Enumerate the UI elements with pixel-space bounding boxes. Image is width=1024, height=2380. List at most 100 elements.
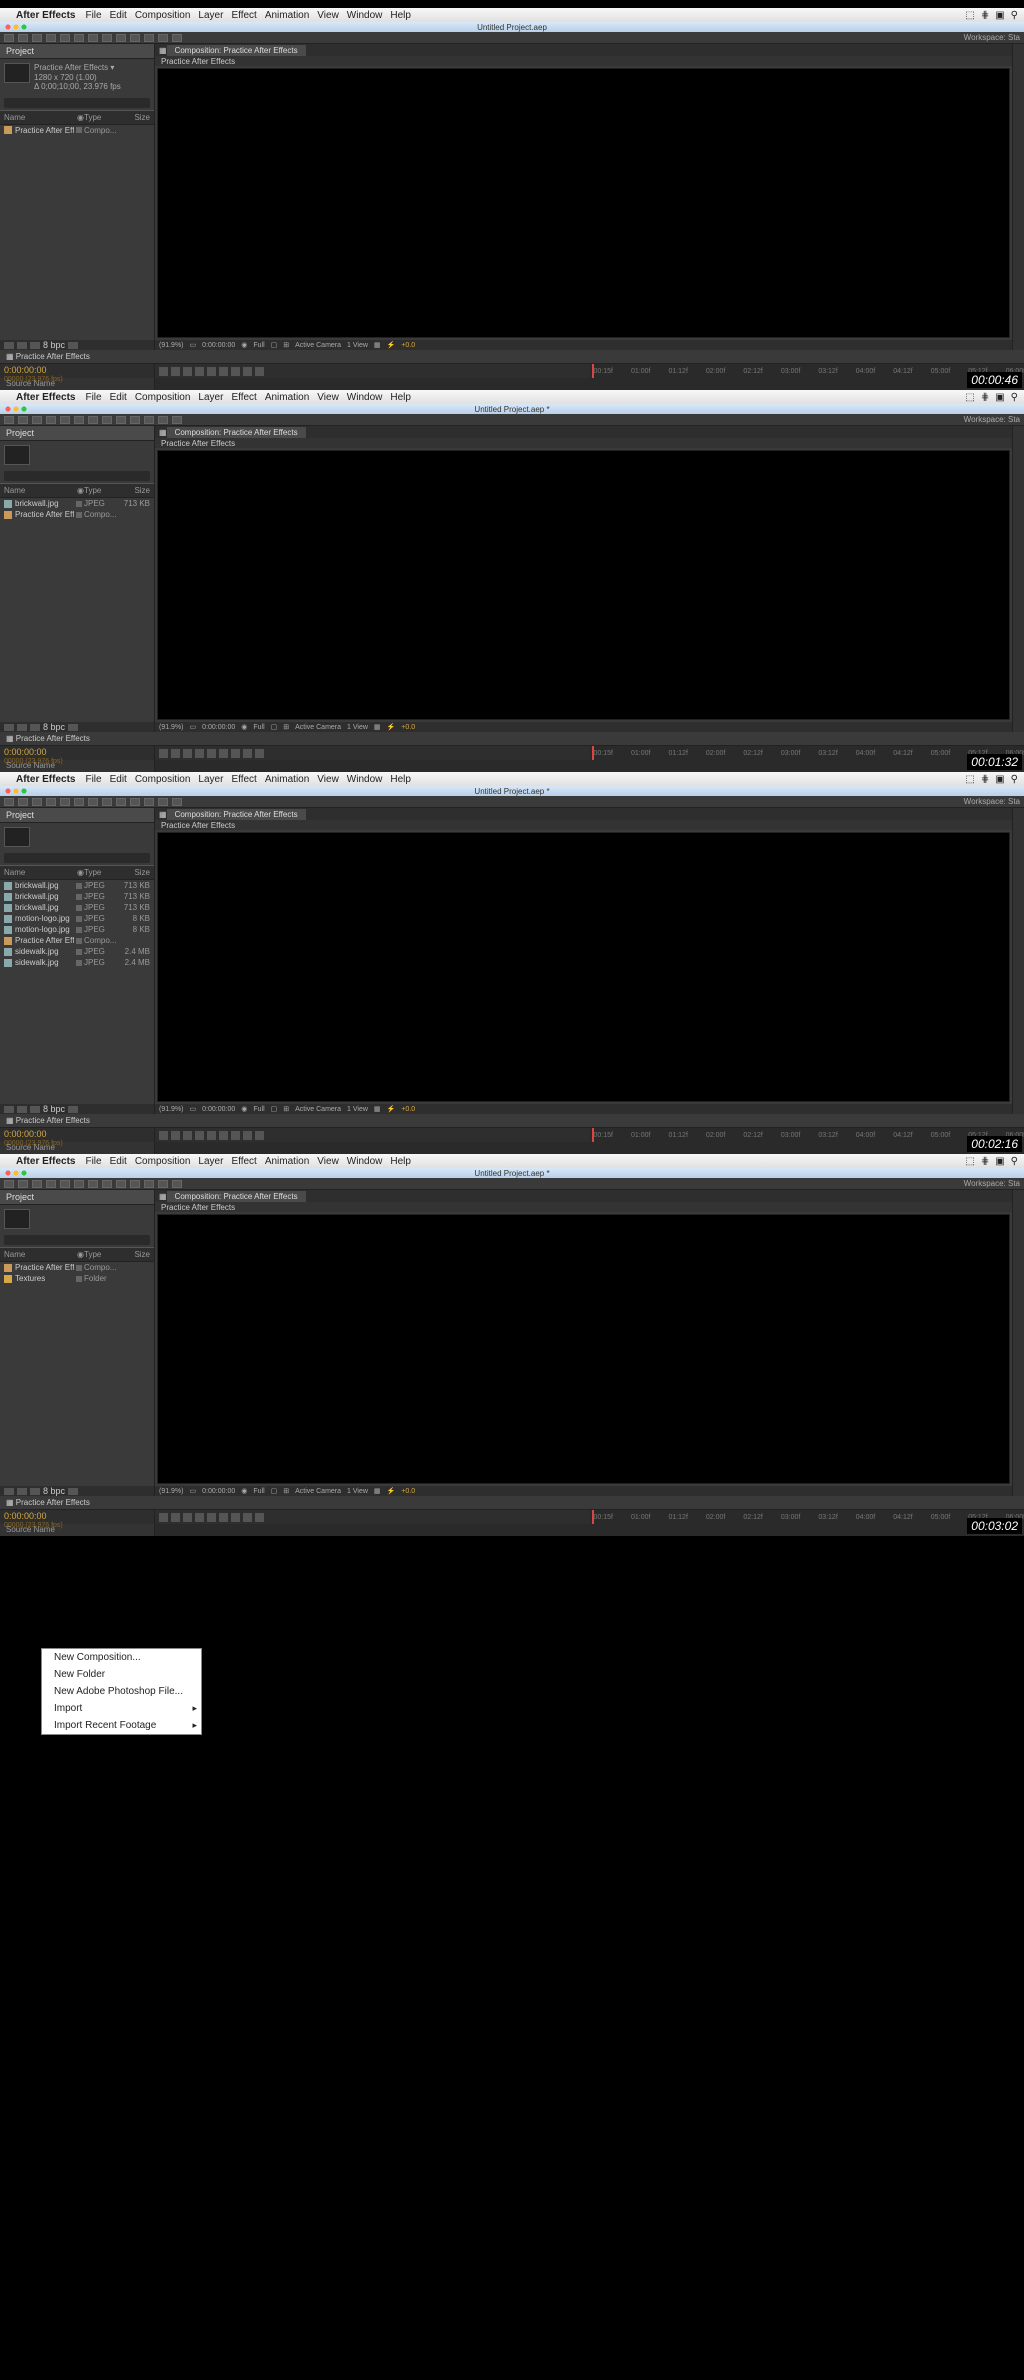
selection-tool-icon[interactable] xyxy=(4,1180,14,1188)
tl-frame-blend-icon[interactable] xyxy=(207,367,216,376)
label-swatch[interactable] xyxy=(76,883,82,889)
timeline-tab-label[interactable]: Practice After Effects xyxy=(16,734,90,743)
tl-comp-icon[interactable] xyxy=(171,1131,180,1140)
workspace-label[interactable]: Workspace: Sta xyxy=(964,415,1020,424)
project-panel[interactable]: Project Name ◉ Type Size brickwall.jpgJP… xyxy=(0,808,155,1114)
grid-icon[interactable]: ⊞ xyxy=(283,1487,289,1495)
roi-icon[interactable]: ▢ xyxy=(271,723,278,731)
tool-toolbar[interactable]: Workspace: Sta xyxy=(0,796,1024,808)
menu-window[interactable]: Window xyxy=(347,392,383,403)
col-size[interactable]: Size xyxy=(120,113,150,122)
hand-tool-icon[interactable] xyxy=(18,34,28,42)
delete-icon[interactable] xyxy=(68,1488,78,1495)
puppet-tool-icon[interactable] xyxy=(172,798,182,806)
timeline-ruler[interactable]: 00:15f01:00f01:12f02:00f02:12f03:00f03:1… xyxy=(590,364,1024,378)
zoom-level[interactable]: (91.9%) xyxy=(159,724,184,731)
view-dropdown[interactable]: 1 View xyxy=(347,724,368,731)
project-item-row[interactable]: brickwall.jpgJPEG713 KB xyxy=(0,880,154,891)
timecode-display[interactable]: 0:00:00:00 xyxy=(202,342,235,349)
bpc-label[interactable]: 8 bpc xyxy=(43,340,65,350)
project-item-row[interactable]: brickwall.jpgJPEG713 KB xyxy=(0,498,154,509)
menu-animation[interactable]: Animation xyxy=(265,392,309,403)
menu-edit[interactable]: Edit xyxy=(110,774,127,785)
col-label-icon[interactable]: ◉ xyxy=(77,486,84,495)
project-item-row[interactable]: sidewalk.jpgJPEG2.4 MB xyxy=(0,957,154,968)
project-tab[interactable]: Project xyxy=(0,426,154,441)
exposure-value[interactable]: +0.0 xyxy=(401,724,415,731)
roi-icon[interactable]: ▢ xyxy=(271,1105,278,1113)
camera-dropdown[interactable]: Active Camera xyxy=(295,1488,341,1495)
selection-tool-icon[interactable] xyxy=(4,34,14,42)
tl-fx-icon[interactable] xyxy=(195,749,204,758)
new-folder-icon[interactable] xyxy=(17,724,27,731)
project-item-row[interactable]: Practice After EffectsCompo... xyxy=(0,125,154,136)
timeline-panel[interactable]: ▦ Practice After Effects 0:00:00:00 0000… xyxy=(0,1496,1024,1536)
search-icon[interactable]: ⚲ xyxy=(1011,10,1018,21)
project-tab[interactable]: Project xyxy=(0,808,154,823)
menu-edit[interactable]: Edit xyxy=(110,392,127,403)
hash-icon[interactable]: ⋕ xyxy=(981,10,989,21)
menu-layer[interactable]: Layer xyxy=(198,774,223,785)
project-search-input[interactable] xyxy=(4,98,150,108)
exposure-value[interactable]: +0.0 xyxy=(401,1488,415,1495)
project-columns-header[interactable]: Name ◉ Type Size xyxy=(0,110,154,125)
tl-draft3d-icon[interactable] xyxy=(255,1513,264,1522)
label-swatch[interactable] xyxy=(76,127,82,133)
timeline-track-area[interactable] xyxy=(155,378,1024,390)
pen-tool-icon[interactable] xyxy=(102,34,112,42)
comp-tab[interactable]: Composition: Practice After Effects xyxy=(167,427,306,438)
delete-icon[interactable] xyxy=(68,1106,78,1113)
timeline-timecode[interactable]: 0:00:00:00 xyxy=(0,746,154,758)
camera-dropdown[interactable]: Active Camera xyxy=(295,342,341,349)
pan-behind-tool-icon[interactable] xyxy=(74,798,84,806)
project-empty-area[interactable] xyxy=(0,520,154,722)
puppet-tool-icon[interactable] xyxy=(172,34,182,42)
pixel-aspect-icon[interactable]: ▦ xyxy=(374,341,381,349)
pixel-aspect-icon[interactable]: ▦ xyxy=(374,723,381,731)
tl-motion-blur-icon[interactable] xyxy=(219,1513,228,1522)
resolution-dropdown[interactable]: Full xyxy=(253,342,264,349)
project-item-row[interactable]: sidewalk.jpgJPEG2.4 MB xyxy=(0,946,154,957)
tool-toolbar[interactable]: Workspace: Sta xyxy=(0,32,1024,44)
timeline-ruler[interactable]: 00:15f01:00f01:12f02:00f02:12f03:00f03:1… xyxy=(590,1128,1024,1142)
menu-help[interactable]: Help xyxy=(390,1156,411,1167)
resolution-dropdown[interactable]: Full xyxy=(253,1106,264,1113)
type-tool-icon[interactable] xyxy=(116,1180,126,1188)
tl-frame-blend-icon[interactable] xyxy=(207,1513,216,1522)
notif-icon[interactable]: ⬚ xyxy=(965,392,974,403)
eraser-tool-icon[interactable] xyxy=(158,416,168,424)
label-swatch[interactable] xyxy=(76,960,82,966)
pen-tool-icon[interactable] xyxy=(102,1180,112,1188)
roi-icon[interactable]: ▢ xyxy=(271,341,278,349)
timeline-tab-label[interactable]: Practice After Effects xyxy=(16,352,90,361)
rotate-tool-icon[interactable] xyxy=(46,798,56,806)
resolution-icon[interactable]: ▭ xyxy=(190,1487,197,1495)
viewer-footer[interactable]: (91.9%) ▭ 0:00:00:00 ◉ Full ▢ ⊞ Active C… xyxy=(155,340,1012,350)
notif-icon[interactable]: ⬚ xyxy=(965,774,974,785)
brush-tool-icon[interactable] xyxy=(130,416,140,424)
clone-tool-icon[interactable] xyxy=(144,1180,154,1188)
project-columns-header[interactable]: Name ◉ Type Size xyxy=(0,483,154,498)
brush-tool-icon[interactable] xyxy=(130,1180,140,1188)
label-swatch[interactable] xyxy=(76,927,82,933)
tl-draft3d-icon[interactable] xyxy=(255,749,264,758)
label-swatch[interactable] xyxy=(76,1265,82,1271)
project-item-row[interactable]: brickwall.jpgJPEG713 KB xyxy=(0,891,154,902)
new-comp-icon[interactable] xyxy=(30,724,40,731)
new-folder-icon[interactable] xyxy=(17,1106,27,1113)
col-size[interactable]: Size xyxy=(120,868,150,877)
menu-layer[interactable]: Layer xyxy=(198,392,223,403)
resolution-icon[interactable]: ▭ xyxy=(190,341,197,349)
project-search-input[interactable] xyxy=(4,1235,150,1245)
project-item-row[interactable]: Practice After EffectsCompo... xyxy=(0,1262,154,1273)
shape-tool-icon[interactable] xyxy=(88,798,98,806)
zoom-level[interactable]: (91.9%) xyxy=(159,1488,184,1495)
fast-preview-icon[interactable]: ⚡ xyxy=(387,1105,396,1113)
snapshot-icon[interactable]: ◉ xyxy=(241,341,247,349)
selection-tool-icon[interactable] xyxy=(4,416,14,424)
project-columns-header[interactable]: Name ◉ Type Size xyxy=(0,865,154,880)
selection-tool-icon[interactable] xyxy=(4,798,14,806)
context-menu-item[interactable]: New Folder xyxy=(42,1666,201,1683)
pen-tool-icon[interactable] xyxy=(102,416,112,424)
resolution-dropdown[interactable]: Full xyxy=(253,1488,264,1495)
